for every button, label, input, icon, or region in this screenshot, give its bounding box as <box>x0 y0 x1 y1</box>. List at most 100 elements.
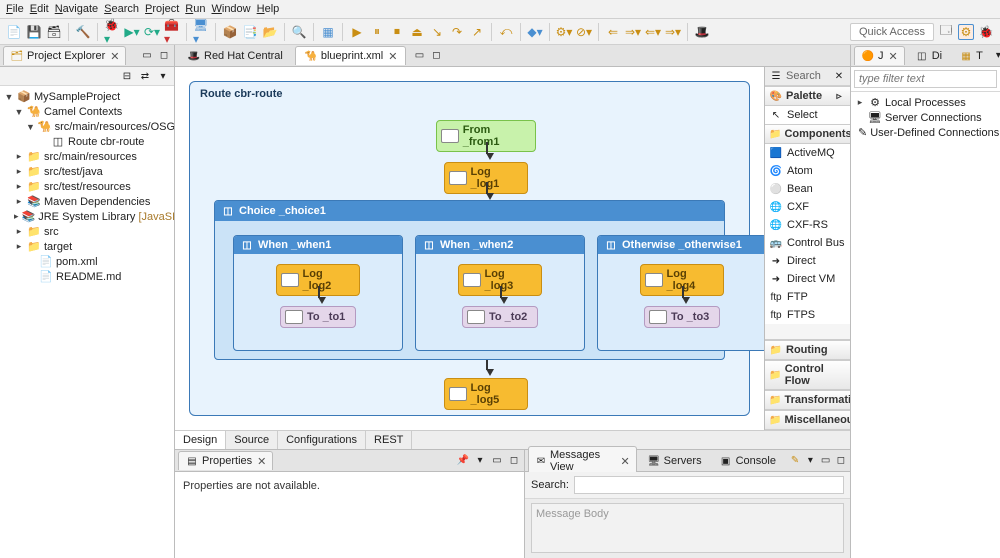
twisty-icon[interactable]: ▸ <box>14 226 24 237</box>
node-log5[interactable]: Log _log5 <box>444 378 528 410</box>
perspective-switcher-icon[interactable]: 🗔 <box>938 24 954 40</box>
suspend-icon[interactable]: ⏸ <box>369 24 385 40</box>
palette-item[interactable]: 🟦ActiveMQ <box>765 144 850 162</box>
tree-row[interactable]: 📄README.md <box>2 269 172 284</box>
twisty-icon[interactable]: ▼ <box>14 107 24 117</box>
palette-section[interactable]: 📁Miscellaneous <box>765 410 850 430</box>
menu-navigate[interactable]: Navigate <box>55 3 98 15</box>
view-menu-icon[interactable]: ▾ <box>996 49 1000 63</box>
palette-section[interactable]: 📁Control Flow <box>765 360 850 390</box>
tab-configurations[interactable]: Configurations <box>278 431 366 449</box>
menu-project[interactable]: Project <box>145 3 179 15</box>
minimize-icon[interactable]: ▭ <box>140 49 154 63</box>
twisty-icon[interactable]: ▸ <box>14 211 19 222</box>
maximize-icon[interactable]: ◻ <box>835 454 847 468</box>
view-menu-icon[interactable]: ▾ <box>804 454 816 468</box>
drop-frame-icon[interactable]: ⤺ <box>498 24 514 40</box>
tree-row[interactable]: ▸📚Maven Dependencies <box>2 194 172 209</box>
twisty-icon[interactable]: ▸ <box>14 196 24 207</box>
tree-row[interactable]: ◫Route cbr-route <box>2 134 172 149</box>
palette-section[interactable]: 📁Routing <box>765 340 850 360</box>
external-tools-icon[interactable]: 🧰▾ <box>164 24 180 40</box>
palette-item[interactable]: ftpFTPS <box>765 306 850 324</box>
open-type-icon[interactable]: 📂 <box>262 24 278 40</box>
debug-perspective-icon[interactable]: 🐞 <box>978 24 994 40</box>
menu-search[interactable]: Search <box>104 3 139 15</box>
node-to2[interactable]: To _to2 <box>462 306 538 328</box>
quick-access-input[interactable]: Quick Access <box>850 23 934 41</box>
new-package-icon[interactable]: 📦 <box>222 24 238 40</box>
twisty-icon[interactable]: ▸ <box>14 166 24 177</box>
collapse-all-icon[interactable]: ⊟ <box>120 69 134 83</box>
forward-icon[interactable]: ⇒▾ <box>625 24 641 40</box>
redhat-icon[interactable]: 🎩 <box>694 24 710 40</box>
messages-search-input[interactable] <box>574 476 844 494</box>
palette-select-tool[interactable]: ↖ Select <box>765 106 850 124</box>
tree-row[interactable]: ▸📁src <box>2 224 172 239</box>
node-choice[interactable]: ◫ Choice _choice1 ◫When _when1 Log _log2… <box>214 200 725 360</box>
palette-item[interactable]: 🚌Control Bus <box>765 234 850 252</box>
run-last-icon[interactable]: ⟳▾ <box>144 24 160 40</box>
close-icon[interactable]: ✕ <box>110 50 119 63</box>
save-all-icon[interactable]: 🗃 <box>46 24 62 40</box>
tree-row[interactable]: ▼🐪src/main/resources/OSGI-INF <box>2 119 172 134</box>
tab-design[interactable]: Design <box>175 431 226 449</box>
step-return-icon[interactable]: ↗ <box>469 24 485 40</box>
tree-row[interactable]: ▸📚JRE System Library [JavaSE-1.8] <box>2 209 172 224</box>
disconnect-icon[interactable]: ⏏ <box>409 24 425 40</box>
forward-history-icon[interactable]: ⇒▾ <box>665 24 681 40</box>
menu-window[interactable]: Window <box>211 3 250 15</box>
menu-edit[interactable]: Edit <box>30 3 49 15</box>
menu-file[interactable]: File <box>6 3 24 15</box>
tab-blueprint-xml[interactable]: 🐪 blueprint.xml ✕ <box>295 46 407 65</box>
minimize-icon[interactable]: ▭ <box>490 454 504 468</box>
tree-row[interactable]: ▼📦MySampleProject <box>2 89 172 104</box>
close-icon[interactable]: ✕ <box>889 50 898 63</box>
twisty-icon[interactable]: ▸ <box>14 181 24 192</box>
close-icon[interactable]: ✕ <box>257 455 266 468</box>
terminal-tab[interactable]: ▦ T <box>952 46 990 65</box>
palette-header[interactable]: 🎨 Palette ▹ <box>765 86 850 106</box>
palette-menu-icon[interactable]: ☰ <box>769 69 783 83</box>
branch-otherwise[interactable]: ◫Otherwise _otherwise1 Log _log4 To _to3 <box>597 235 764 351</box>
link-editor-icon[interactable]: ⇄ <box>138 69 152 83</box>
minimize-icon[interactable]: ▭ <box>412 49 426 63</box>
save-icon[interactable]: 💾 <box>26 24 42 40</box>
branch-when1[interactable]: ◫When _when1 Log _log2 To _to1 <box>233 235 403 351</box>
close-icon[interactable]: ✕ <box>620 455 629 468</box>
tree-row[interactable]: ✎User-Defined Connections <box>853 125 998 140</box>
minimize-icon[interactable]: ▭ <box>819 454 831 468</box>
message-body-area[interactable]: Message Body <box>531 503 844 553</box>
new-icon[interactable]: 📄 <box>6 24 22 40</box>
step-into-icon[interactable]: ↘ <box>429 24 445 40</box>
jmx-tab[interactable]: 🟠 J ✕ <box>854 46 905 65</box>
twisty-icon[interactable]: ▼ <box>4 92 14 102</box>
tree-row[interactable]: ▸📁src/test/resources <box>2 179 172 194</box>
twisty-icon[interactable]: ▸ <box>14 151 24 162</box>
palette-section-components[interactable]: 📁 Components <box>765 124 850 144</box>
tree-row[interactable]: 🖥Server Connections <box>853 110 998 125</box>
search-icon[interactable]: 🔍 <box>291 24 307 40</box>
palette-item[interactable]: 🌀Atom <box>765 162 850 180</box>
twisty-icon[interactable]: ▼ <box>26 122 35 132</box>
view-menu-icon[interactable]: ▾ <box>473 454 487 468</box>
menu-help[interactable]: Help <box>257 3 280 15</box>
node-to3[interactable]: To _to3 <box>644 306 720 328</box>
fuse-perspective-icon[interactable]: ⚙ <box>958 24 974 40</box>
step-over-icon[interactable]: ↷ <box>449 24 465 40</box>
palette-item[interactable]: 🌐CXF <box>765 198 850 216</box>
tab-rest[interactable]: REST <box>366 431 412 449</box>
jmx-filter-input[interactable] <box>854 70 997 88</box>
back-history-icon[interactable]: ⇐▾ <box>645 24 661 40</box>
clear-icon[interactable]: ✕ <box>832 69 846 83</box>
node-to1[interactable]: To _to1 <box>280 306 356 328</box>
run-icon[interactable]: ▶▾ <box>124 24 140 40</box>
diagram-tab[interactable]: ◫ Di <box>908 46 949 65</box>
pin-icon[interactable]: 📌 <box>456 454 470 468</box>
new-server-icon[interactable]: 🖥▾ <box>193 24 209 40</box>
palette-item[interactable]: ➜Direct <box>765 252 850 270</box>
tree-row[interactable]: ▸📁src/test/java <box>2 164 172 179</box>
properties-tab[interactable]: ▤ Properties ✕ <box>178 451 273 470</box>
menu-run[interactable]: Run <box>185 3 205 15</box>
debug-icon[interactable]: 🐞▾ <box>104 24 120 40</box>
